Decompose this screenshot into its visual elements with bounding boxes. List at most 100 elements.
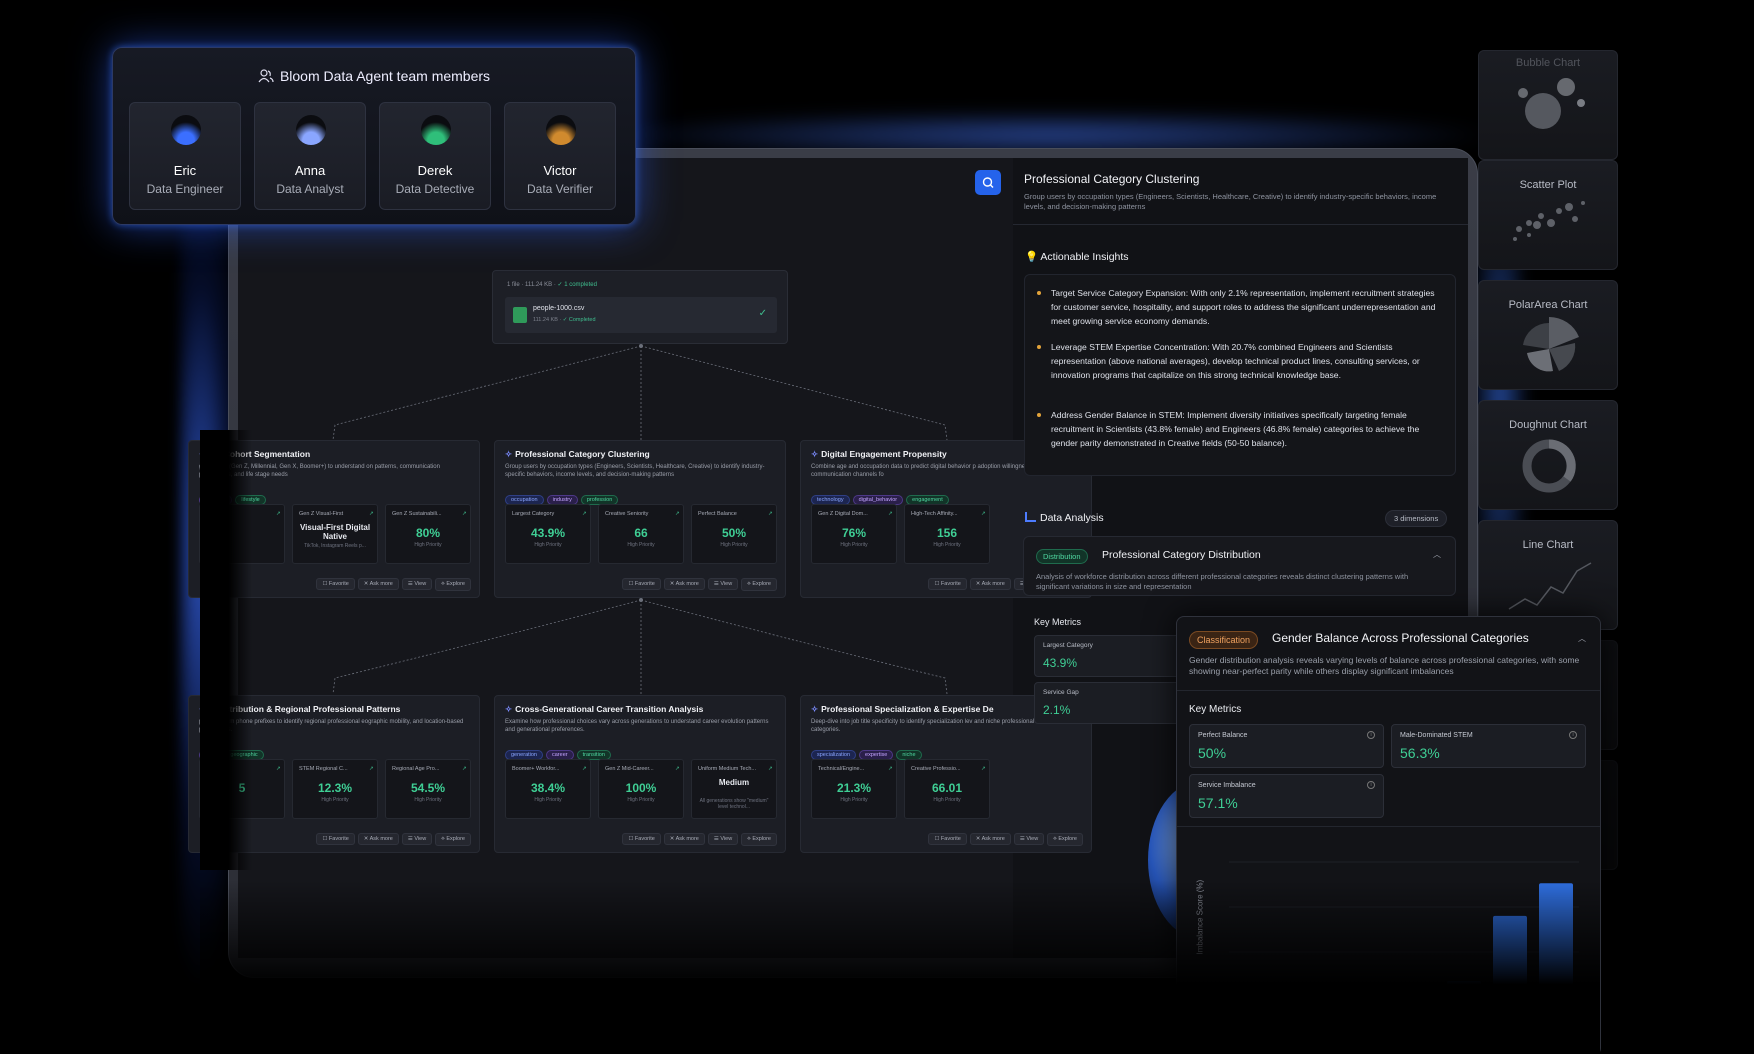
view-button[interactable]: ☰ View bbox=[707, 833, 739, 845]
distribution-section[interactable]: Distribution Professional Category Distr… bbox=[1023, 536, 1456, 596]
file-size-value: 111.24 KB bbox=[533, 317, 558, 323]
metric-priority: All generations show "medium" level tech… bbox=[699, 798, 769, 810]
metric-perfect-balance: Perfect Balance i 50% bbox=[1189, 724, 1384, 768]
metric-service-imbalance: Service Imbalance i 57.1% bbox=[1189, 774, 1384, 818]
metric-male-dominated-stem: Male-Dominated STEM i 56.3% bbox=[1391, 724, 1586, 768]
metric-tile[interactable]: Gen Z Digital Dom... 76% High Priority bbox=[811, 504, 897, 564]
metric-label: Gen Z Visual-First bbox=[299, 511, 374, 517]
member-name: Victor bbox=[543, 163, 577, 178]
favorite-button[interactable]: ☐ Favorite bbox=[622, 578, 661, 590]
member-role: Data Verifier bbox=[526, 182, 594, 196]
classification-badge: Classification bbox=[1189, 631, 1259, 649]
view-button[interactable]: ☰ View bbox=[401, 578, 433, 590]
view-button[interactable]: ☰ View bbox=[1013, 833, 1045, 845]
member-name: Anna bbox=[294, 163, 326, 178]
metric-label: Uniform Medium Tech... bbox=[698, 766, 773, 772]
favorite-button[interactable]: ☐ Favorite bbox=[928, 833, 967, 845]
metric-tile[interactable]: Boomer+ Workfor... 38.4% High Priority bbox=[505, 759, 591, 819]
favorite-button[interactable]: ☐ Favorite bbox=[928, 578, 967, 590]
metric-value: 66.01 bbox=[931, 781, 963, 795]
explore-button[interactable]: ⟡ Explore bbox=[1047, 833, 1083, 846]
metric-tile[interactable]: Perfect Balance 50% High Priority bbox=[691, 504, 777, 564]
metric-label: Creative Professio... bbox=[911, 766, 985, 772]
explore-button[interactable]: ⟡ Explore bbox=[741, 833, 777, 846]
team-title: Bloom Data Agent team members bbox=[279, 68, 491, 84]
chevron-up-icon[interactable]: ︿ bbox=[1433, 549, 1441, 560]
metric-value: 38.4% bbox=[530, 781, 566, 795]
ask-more-button[interactable]: ✕ Ask more bbox=[357, 578, 399, 590]
metric-tile[interactable]: Gen Z Mid-Career... 100% High Priority bbox=[598, 759, 684, 819]
ask-more-button[interactable]: ✕ Ask more bbox=[663, 833, 705, 845]
view-button[interactable]: ☰ View bbox=[707, 578, 739, 590]
metric-tile[interactable]: Technical/Engine... 21.3% High Priority bbox=[811, 759, 897, 819]
card-description: Examine how professional choices vary ac… bbox=[505, 719, 769, 733]
member-name: Derek bbox=[417, 163, 453, 178]
metric-tile[interactable]: Gen Z Visual-First Visual-First Digital N… bbox=[292, 504, 378, 564]
card-title: ✧ Professional Category Clustering bbox=[505, 449, 650, 460]
metric-label: Boomer+ Workfor... bbox=[512, 766, 587, 772]
ask-more-label: Ask more bbox=[675, 581, 699, 587]
card-title: ✧ Digital Engagement Propensity bbox=[811, 449, 947, 460]
info-icon[interactable]: i bbox=[1367, 781, 1375, 789]
metric-label: Gen Z Mid-Career... bbox=[605, 766, 679, 772]
favorite-label: Favorite bbox=[328, 581, 349, 587]
lightbulb-icon: 💡 bbox=[1025, 251, 1039, 263]
avatar bbox=[171, 115, 201, 145]
analysis-card[interactable]: ✧ Cross-Generational Career Transition An… bbox=[494, 695, 786, 853]
ask-more-button[interactable]: ✕ Ask more bbox=[663, 578, 705, 590]
file-row[interactable]: people-1000.csv 111.24 KB · ✓ Completed … bbox=[505, 297, 777, 333]
team-member-card[interactable]: Eric Data Engineer bbox=[129, 102, 241, 210]
metric-tile[interactable]: Creative Professio... 66.01 High Priority bbox=[904, 759, 990, 819]
metric-tile[interactable]: Gen Z Sustainabili... 80% High Priority bbox=[385, 504, 471, 564]
favorite-button[interactable]: ☐ Favorite bbox=[622, 833, 661, 845]
metric-tile[interactable]: Largest Category 43.9% High Priority bbox=[505, 504, 591, 564]
key-metrics-heading: Key Metrics bbox=[1189, 704, 1242, 715]
view-label: View bbox=[414, 836, 427, 842]
metric-tile[interactable]: Regional Age Pro... 54.5% High Priority bbox=[385, 759, 471, 819]
metric-label: Gen Z Digital Dom... bbox=[818, 511, 892, 517]
ask-more-button[interactable]: ✕ Ask more bbox=[357, 833, 399, 845]
insights-title: Actionable Insights bbox=[1040, 251, 1129, 263]
file-upload-card[interactable]: 1 file · 111.24 KB · ✓ 1 completed peopl… bbox=[492, 270, 788, 344]
ask-more-button[interactable]: ✕ Ask more bbox=[969, 578, 1011, 590]
favorite-label: Favorite bbox=[940, 581, 961, 587]
explore-button[interactable]: ⟡ Explore bbox=[435, 578, 471, 591]
metric-tile[interactable]: High-Tech Affinity... 156 High Priority bbox=[904, 504, 990, 564]
view-button[interactable]: ☰ View bbox=[401, 833, 433, 845]
analysis-card[interactable]: ✧ Professional Category Clustering Group u… bbox=[494, 440, 786, 598]
insight-item: Target Service Category Expansion: With … bbox=[1037, 286, 1446, 329]
member-role: Data Detective bbox=[395, 182, 475, 196]
metric-tile[interactable]: Uniform Medium Tech... Medium All generati… bbox=[691, 759, 777, 819]
chevron-up-icon[interactable]: ︿ bbox=[1578, 633, 1586, 644]
metric-label: Largest Category bbox=[512, 511, 587, 517]
info-icon[interactable]: i bbox=[1569, 731, 1577, 739]
search-button[interactable] bbox=[975, 170, 1001, 195]
dimensions-badge: 3 dimensions bbox=[1385, 510, 1448, 527]
metric-priority: High Priority bbox=[840, 797, 868, 803]
card-actions: ☐ Favorite✕ Ask more☰ View⟡ Explore bbox=[495, 572, 785, 591]
favorite-button[interactable]: ☐ Favorite bbox=[316, 578, 355, 590]
card-title: ✧ Professional Specialization & Expertise… bbox=[811, 704, 994, 715]
metric-value: 100% bbox=[625, 781, 657, 795]
data-analysis-title: Data Analysis bbox=[1040, 512, 1104, 524]
file-count: 1 file bbox=[507, 282, 520, 288]
metric-priority: High Priority bbox=[627, 542, 655, 548]
metric-largest-category: Largest Category 43.9% bbox=[1034, 635, 1184, 677]
gender-title: Gender Balance Across Professional Categ… bbox=[1272, 631, 1529, 645]
users-icon bbox=[258, 69, 274, 83]
metric-label: Creative Seniority bbox=[605, 511, 680, 517]
explore-label: Explore bbox=[446, 581, 465, 587]
metric-label: Male-Dominated STEM bbox=[1400, 732, 1473, 739]
team-member-card[interactable]: Derek Data Detective bbox=[379, 102, 491, 210]
info-icon[interactable]: i bbox=[1367, 731, 1375, 739]
metric-tile[interactable]: Creative Seniority 66 High Priority bbox=[598, 504, 684, 564]
ask-more-button[interactable]: ✕ Ask more bbox=[969, 833, 1011, 845]
favorite-button[interactable]: ☐ Favorite bbox=[316, 833, 355, 845]
metric-service-gap: Service Gap 2.1% bbox=[1034, 682, 1184, 724]
explore-button[interactable]: ⟡ Explore bbox=[741, 578, 777, 591]
explore-button[interactable]: ⟡ Explore bbox=[435, 833, 471, 846]
team-member-card[interactable]: Victor Data Verifier bbox=[504, 102, 616, 210]
metric-tile[interactable]: STEM Regional C... 12.3% High Priority bbox=[292, 759, 378, 819]
team-member-card[interactable]: Anna Data Analyst bbox=[254, 102, 366, 210]
divider bbox=[1177, 826, 1600, 827]
